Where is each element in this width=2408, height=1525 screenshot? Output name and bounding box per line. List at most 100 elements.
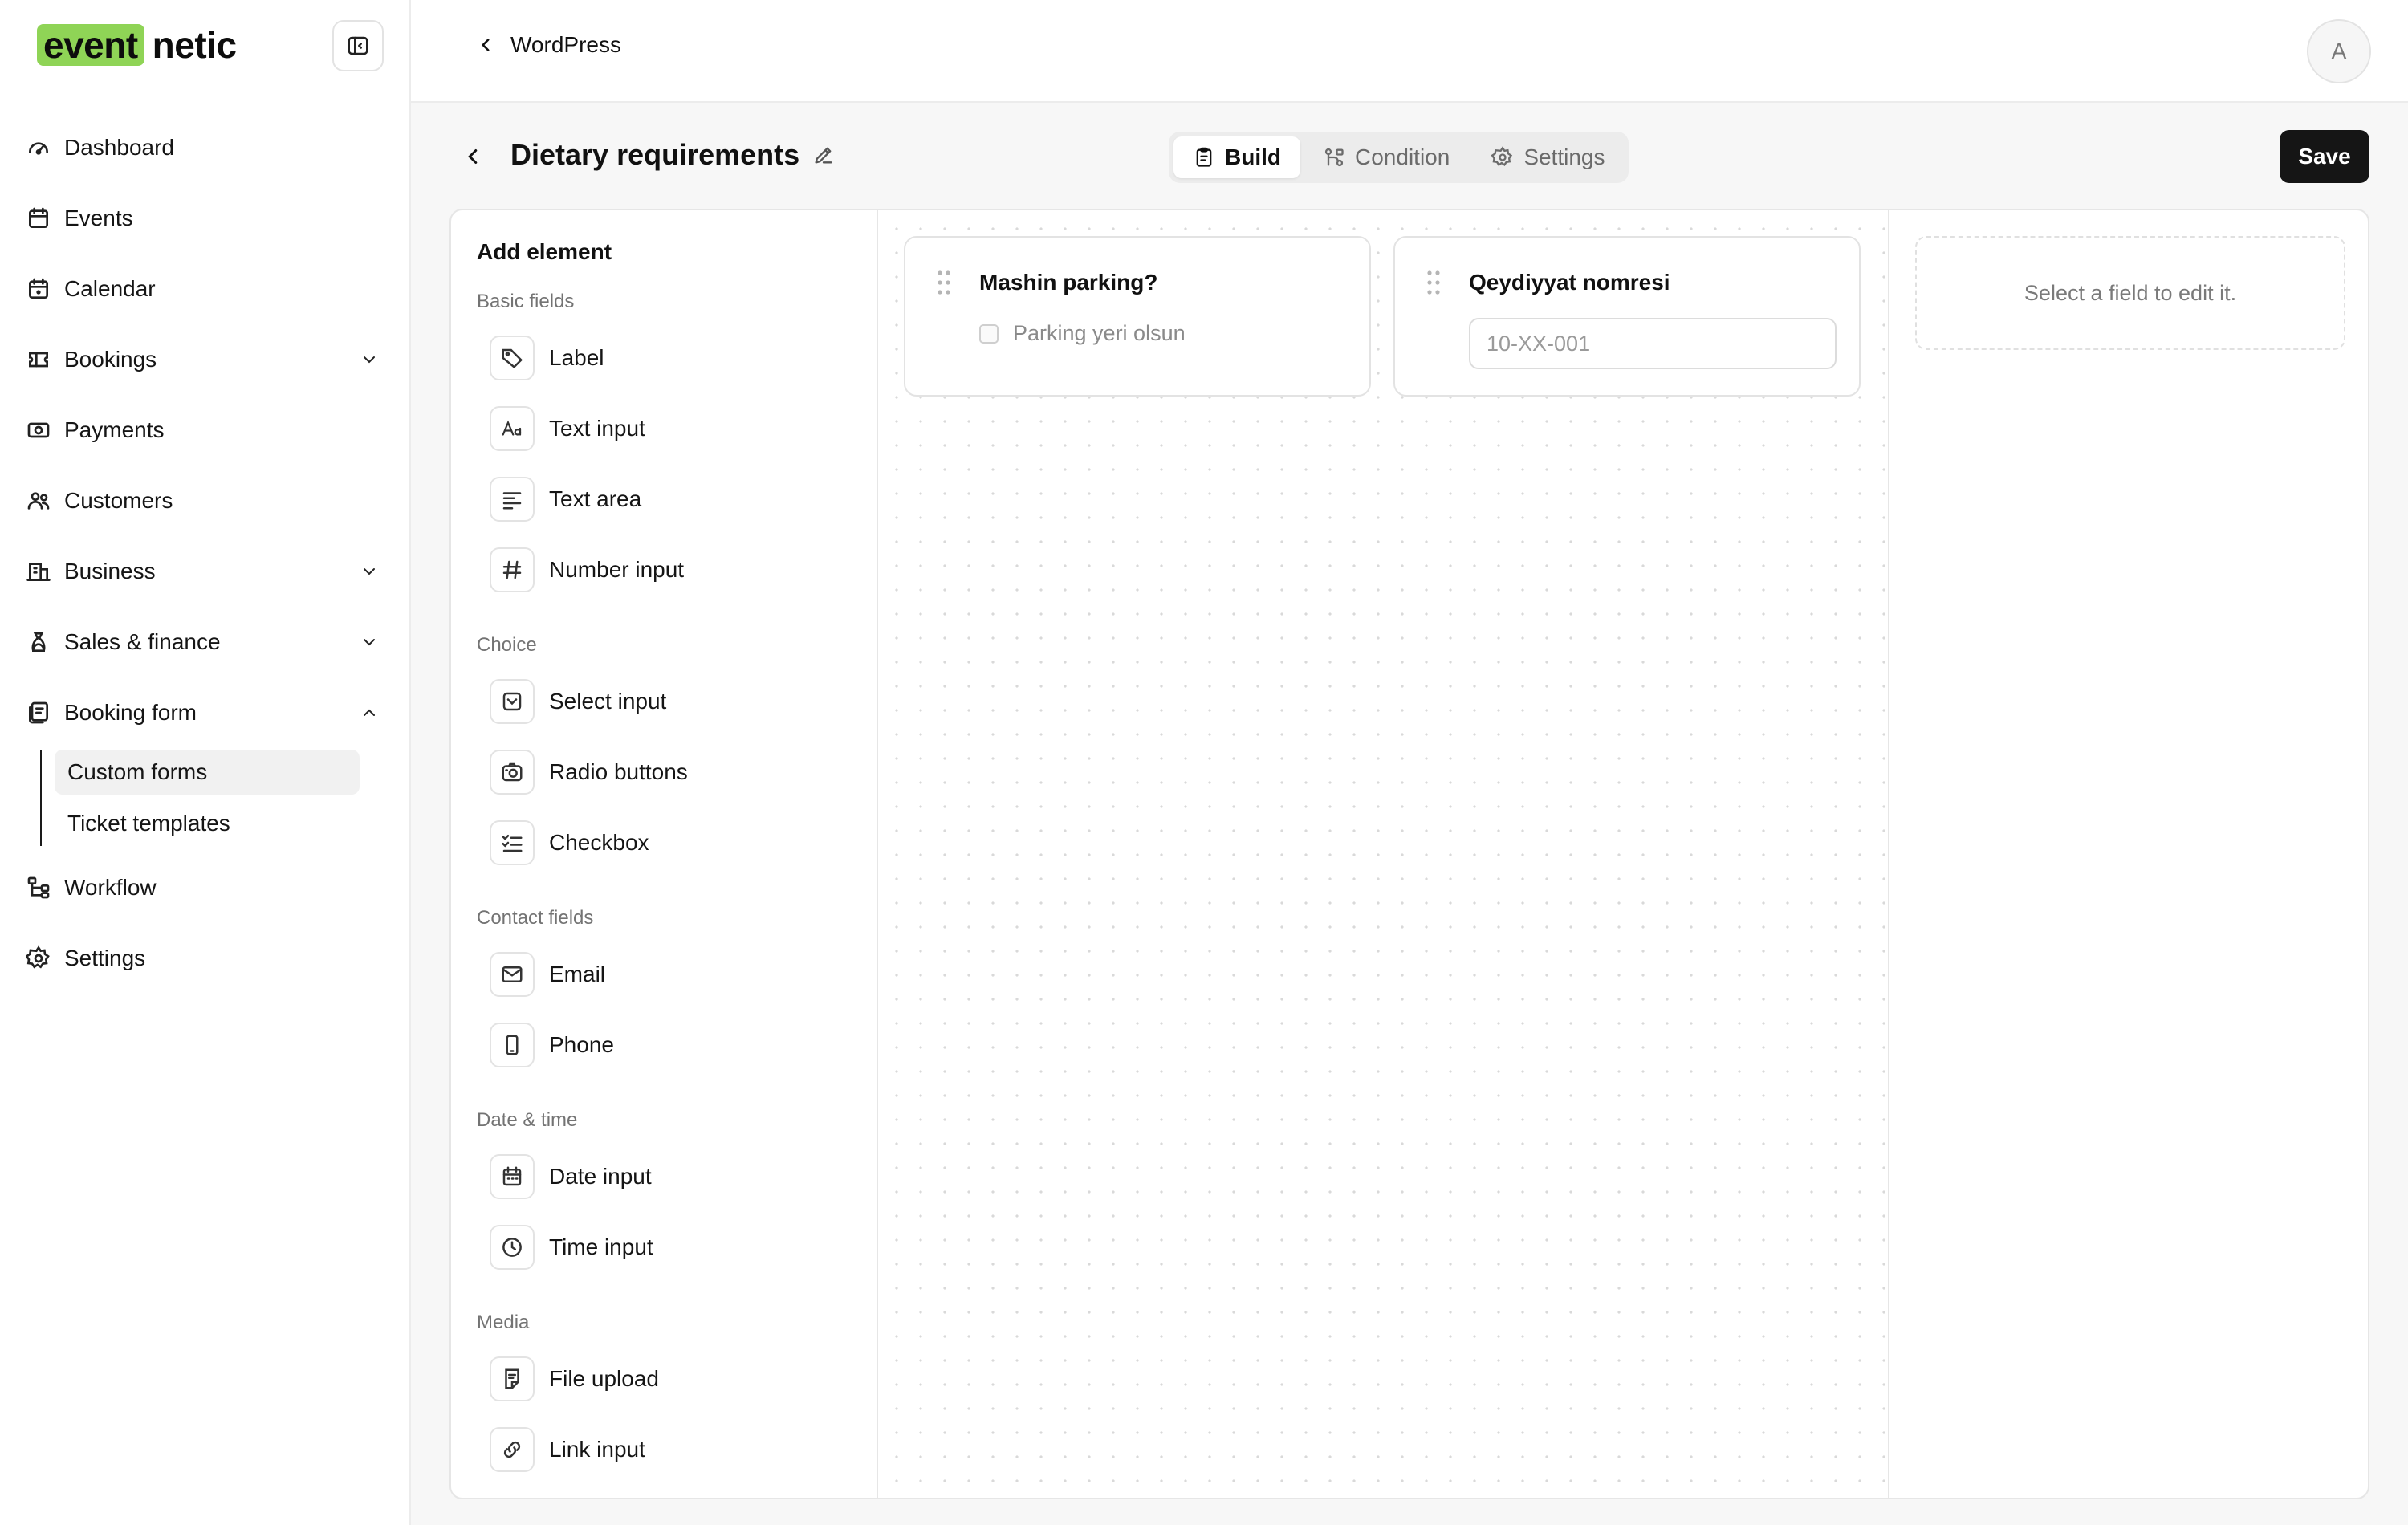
form-header: Dietary requirements Build Condition Set… xyxy=(411,103,2408,209)
customers-icon xyxy=(27,492,50,510)
tag-icon xyxy=(490,336,535,380)
top-bar: WordPress A xyxy=(411,0,2408,103)
sidebar-toggle-icon xyxy=(348,36,368,55)
field-label: Qeydiyyat nomresi xyxy=(1469,270,1670,295)
sidebar: event netic Dashboard Events Calendar Bo… xyxy=(0,0,411,1525)
back-icon[interactable] xyxy=(461,144,485,169)
sidebar-subitem-custom-forms[interactable]: Custom forms xyxy=(55,750,360,795)
element-label[interactable]: Label xyxy=(477,323,854,393)
element-phone[interactable]: Phone xyxy=(477,1010,854,1080)
drag-handle-icon[interactable] xyxy=(936,270,952,295)
breadcrumb[interactable]: WordPress xyxy=(475,32,621,58)
element-checkbox[interactable]: Checkbox xyxy=(477,807,854,878)
form-builder: Add element Basic fields Label Text inpu… xyxy=(449,209,2369,1499)
sidebar-item-workflow[interactable]: Workflow xyxy=(24,852,387,923)
tab-build[interactable]: Build xyxy=(1173,136,1300,178)
sidebar-item-events[interactable]: Events xyxy=(24,183,387,254)
sidebar-item-dashboard[interactable]: Dashboard xyxy=(24,112,387,183)
element-name: Select input xyxy=(549,689,667,714)
tab-settings[interactable]: Settings xyxy=(1472,136,1624,178)
checkbox-option[interactable]: Parking yeri olsun xyxy=(979,321,1186,346)
sidebar-item-settings[interactable]: Settings xyxy=(24,923,387,994)
element-date-input[interactable]: Date input xyxy=(477,1141,854,1212)
element-name: File upload xyxy=(549,1366,659,1391)
sidebar-item-label: Payments xyxy=(64,417,165,442)
element-name: Phone xyxy=(549,1032,614,1057)
element-file-upload[interactable]: File upload xyxy=(477,1344,854,1414)
element-email[interactable]: Email xyxy=(477,939,854,1010)
element-link-input[interactable]: Link input xyxy=(477,1414,854,1485)
element-palette: Add element Basic fields Label Text inpu… xyxy=(451,210,878,1498)
sidebar-item-label: Workflow xyxy=(64,875,157,900)
sidebar-item-calendar[interactable]: Calendar xyxy=(24,254,387,324)
checkbox-label: Parking yeri olsun xyxy=(1013,321,1186,345)
sidebar-item-label: Sales & finance xyxy=(64,629,221,654)
element-text-input[interactable]: Text input xyxy=(477,393,854,464)
tab-condition[interactable]: Condition xyxy=(1304,136,1469,178)
sidebar-item-label: Customers xyxy=(64,488,173,513)
group-label-media: Media xyxy=(477,1312,530,1333)
element-select-input[interactable]: Select input xyxy=(477,666,854,737)
sidebar-item-label: Business xyxy=(64,559,156,584)
gear-icon xyxy=(26,946,50,969)
group-label-choice: Choice xyxy=(477,634,537,656)
chevron-up-icon xyxy=(364,709,375,716)
element-name: Radio buttons xyxy=(549,759,688,784)
element-radio-buttons[interactable]: Radio buttons xyxy=(477,737,854,807)
form-title-text: Dietary requirements xyxy=(510,138,800,171)
brand-logo[interactable]: event netic xyxy=(37,22,237,67)
page-title: Dietary requirements xyxy=(510,138,835,172)
registration-number-input[interactable] xyxy=(1469,318,1837,369)
bookings-icon xyxy=(29,352,48,368)
save-button[interactable]: Save xyxy=(2280,130,2369,183)
calendar-icon xyxy=(29,278,48,299)
select-icon xyxy=(490,679,535,724)
sidebar-item-payments[interactable]: Payments xyxy=(24,395,387,466)
group-label-date-time: Date & time xyxy=(477,1109,578,1131)
building-icon xyxy=(26,563,51,581)
drag-handle-icon[interactable] xyxy=(1426,270,1442,295)
element-name: Label xyxy=(549,345,604,370)
sidebar-toggle-button[interactable] xyxy=(332,20,384,71)
sidebar-item-business[interactable]: Business xyxy=(24,536,387,607)
sidebar-item-sales-finance[interactable]: Sales & finance xyxy=(24,607,387,677)
element-time-input[interactable]: Time input xyxy=(477,1212,854,1283)
form-canvas[interactable]: Mashin parking? Parking yeri olsun Qeydi… xyxy=(878,210,1888,1498)
tab-label: Settings xyxy=(1523,144,1605,169)
sidebar-item-customers[interactable]: Customers xyxy=(24,466,387,536)
logo-highlight: event xyxy=(37,24,144,66)
chevron-down-icon xyxy=(364,568,375,575)
form-icon xyxy=(29,702,48,724)
sidebar-item-label: Booking form xyxy=(64,700,197,725)
element-text-area[interactable]: Text area xyxy=(477,464,854,535)
finance-icon xyxy=(31,632,46,652)
sidebar-subitem-ticket-templates[interactable]: Ticket templates xyxy=(55,801,360,846)
properties-panel: Select a field to edit it. xyxy=(1888,210,2368,1498)
field-card-registration[interactable]: Qeydiyyat nomresi xyxy=(1393,236,1861,396)
hash-icon xyxy=(490,547,535,592)
tab-label: Build xyxy=(1225,144,1281,169)
sidebar-nav: Dashboard Events Calendar Bookings Payme… xyxy=(24,112,387,994)
field-card-parking[interactable]: Mashin parking? Parking yeri olsun xyxy=(904,236,1371,396)
chevron-down-icon xyxy=(364,356,375,364)
element-number-input[interactable]: Number input xyxy=(477,535,854,605)
dashboard-icon xyxy=(29,142,48,155)
mail-icon xyxy=(490,952,535,997)
sidebar-item-booking-form[interactable]: Booking form xyxy=(24,677,387,748)
sidebar-item-label: Events xyxy=(64,205,133,230)
sidebar-item-label: Settings xyxy=(64,946,146,970)
sidebar-item-label: Bookings xyxy=(64,347,157,372)
element-name: Text area xyxy=(549,486,642,511)
avatar[interactable]: A xyxy=(2307,19,2371,83)
pencil-icon[interactable] xyxy=(812,144,835,166)
sidebar-item-bookings[interactable]: Bookings xyxy=(24,324,387,395)
clock-icon xyxy=(490,1225,535,1270)
chevron-down-icon xyxy=(364,639,375,646)
properties-empty-state: Select a field to edit it. xyxy=(1915,236,2345,350)
calendar-icon xyxy=(29,207,48,228)
palette-title: Add element xyxy=(477,239,612,264)
palette-list: Basic fields Label Text input Text area … xyxy=(477,286,854,1485)
checkbox[interactable] xyxy=(979,323,999,344)
gear-icon xyxy=(1491,146,1513,166)
element-name: Link input xyxy=(549,1437,645,1462)
